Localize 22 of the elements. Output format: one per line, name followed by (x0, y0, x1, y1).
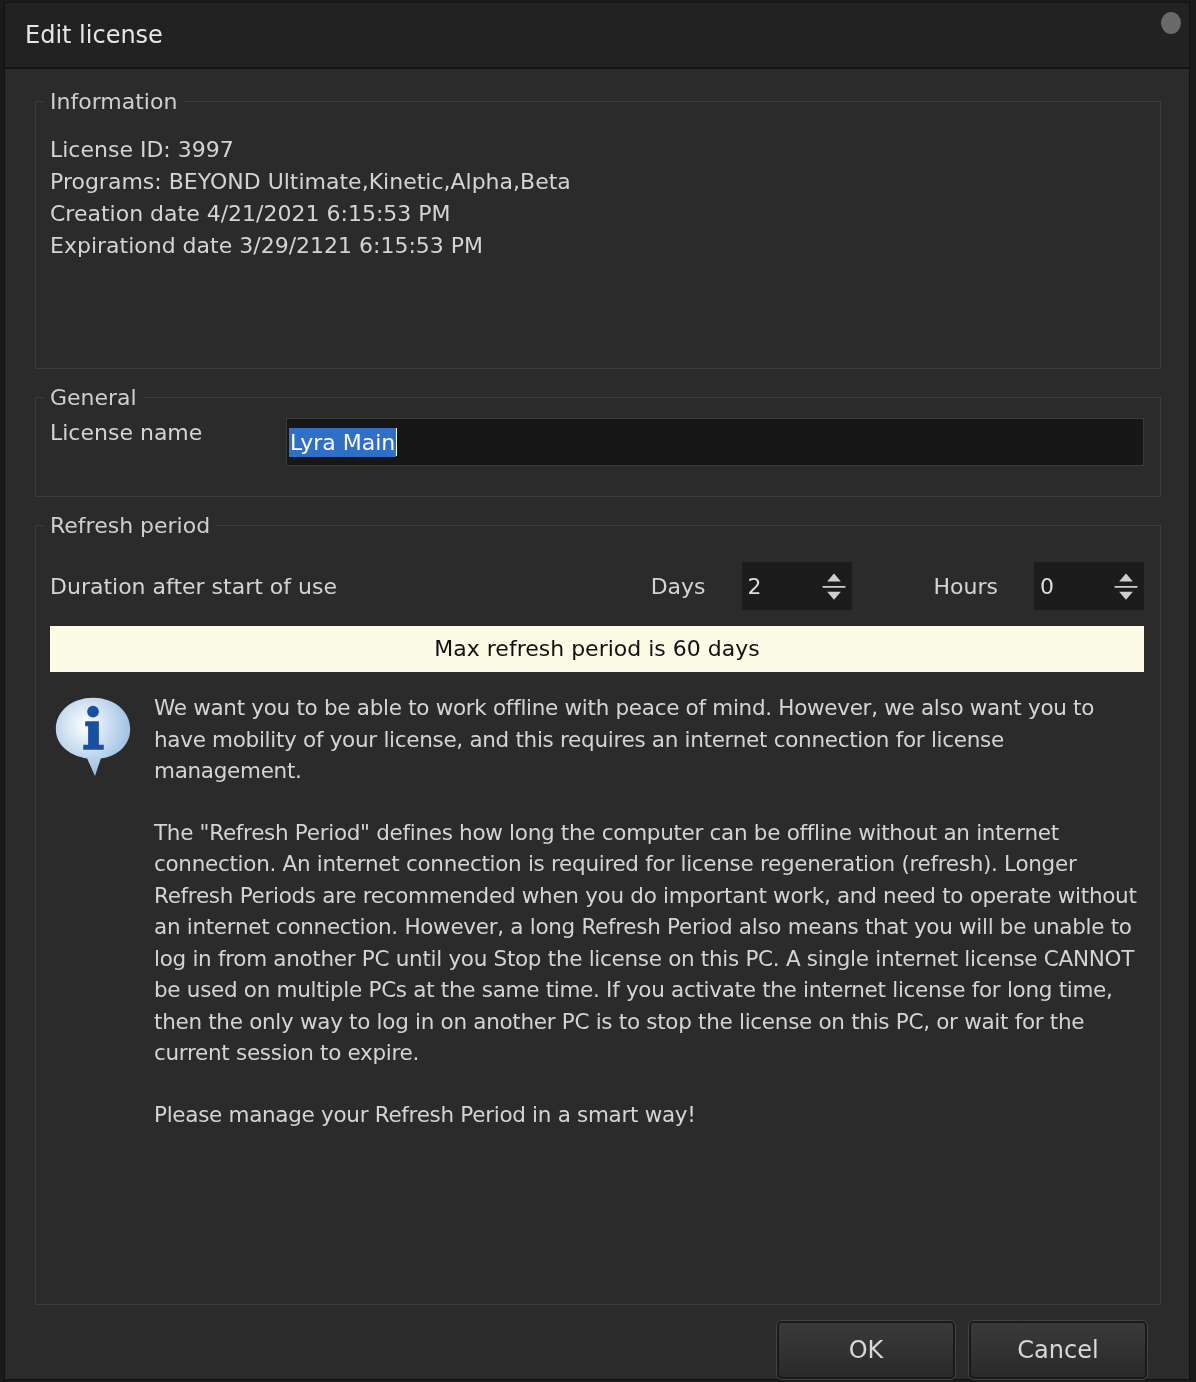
group-title: Information (49, 89, 179, 114)
dot-icon[interactable] (1161, 12, 1181, 34)
info-paragraph: The "Refresh Period" defines how long the computer can be offline without an internet connection. An internet connection is required for license regeneration (refresh). Longer Refresh Periods are recommended when you do important work, and need to operate without an internet connection. However, a long Refresh Period also means that you will be unable to log in from another PC until you Stop the license on this PC. A single internet license CANNOT be used on multiple PCs at the same time. If you activate the internet license for long time, then the only way to log in on another PC is to stop the license on this PC, or wait for the current session to expire. (154, 818, 1138, 1067)
license-name-field[interactable]: Lyra Main (286, 418, 1144, 466)
info-paragraph: Please manage your Refresh Period in a smart way! (154, 1100, 697, 1129)
info-line: Creation date 4/21/2021 6:15:53 PM (50, 200, 452, 228)
spinner-label: Hours (933, 573, 998, 599)
number-spinner[interactable]: 2 (741, 562, 852, 610)
duration-label: Duration after start of use (50, 573, 338, 599)
ok-button[interactable]: OK (777, 1321, 955, 1379)
field-label: License name (50, 419, 204, 445)
number-spinner[interactable]: 0 (1034, 562, 1144, 610)
info-line: License ID: 3997 (50, 136, 235, 164)
notice-banner: Max refresh period is 60 days (50, 626, 1144, 672)
cancel-button[interactable]: Cancel (969, 1321, 1147, 1379)
group-title: General (49, 385, 138, 410)
info-paragraph: We want you to be able to work offline with peace of mind. However, we also want you to have mobility of your license, and this requires an internet connection for license management. (154, 694, 1096, 785)
info-line: Expirationd date 3/29/2121 6:15:53 PM (50, 232, 485, 260)
group-title: Refresh period (49, 513, 212, 538)
window-title: Edit license (25, 21, 163, 49)
spinner-label: Days (650, 573, 706, 599)
info-line: Programs: BEYOND Ultimate,Kinetic,Alpha,Beta (50, 168, 572, 196)
